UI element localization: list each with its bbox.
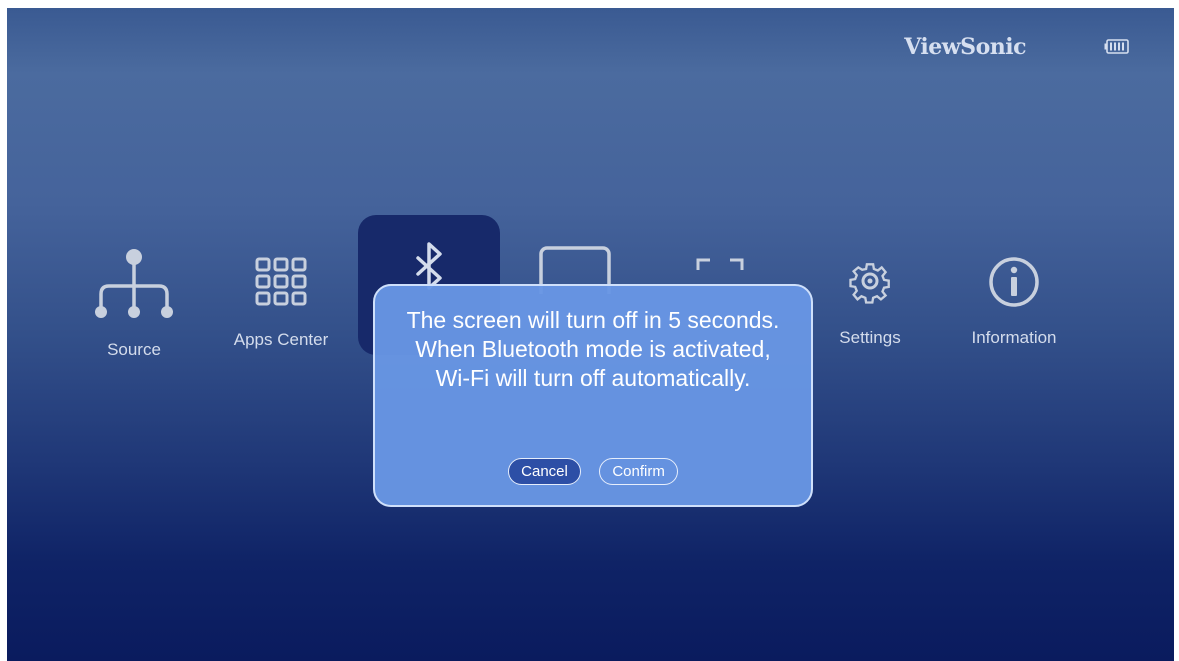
- bluetooth-confirm-dialog: The screen will turn off in 5 seconds. W…: [373, 284, 813, 507]
- brand-logo: ViewSonic: [904, 34, 1026, 60]
- menu-item-source[interactable]: Source: [64, 248, 204, 360]
- cancel-button[interactable]: Cancel: [508, 458, 581, 485]
- source-tree-icon: [95, 249, 173, 318]
- menu-item-label: Settings: [839, 328, 901, 347]
- menu-item-bluetooth[interactable]: [359, 242, 499, 290]
- projector-home-screen: ViewSonic Source Apps Center Settings In…: [7, 8, 1174, 661]
- dialog-buttons: Cancel Confirm: [375, 458, 811, 485]
- info-icon: [989, 257, 1039, 307]
- confirm-button[interactable]: Confirm: [599, 458, 678, 485]
- battery-icon: [1104, 39, 1129, 54]
- menu-item-label: Information: [971, 328, 1057, 347]
- menu-item-label: Apps Center: [233, 330, 329, 349]
- apps-grid-icon: [255, 257, 307, 306]
- top-bar: ViewSonic: [7, 8, 1174, 70]
- menu-item-apps-center[interactable]: Apps Center: [211, 256, 351, 350]
- menu-item-information[interactable]: Information: [944, 256, 1084, 348]
- bluetooth-icon: [416, 242, 442, 290]
- dialog-message: The screen will turn off in 5 seconds. W…: [406, 307, 780, 391]
- gear-icon: [849, 263, 890, 304]
- menu-item-settings[interactable]: Settings: [800, 258, 940, 348]
- menu-item-label: Source: [107, 340, 161, 359]
